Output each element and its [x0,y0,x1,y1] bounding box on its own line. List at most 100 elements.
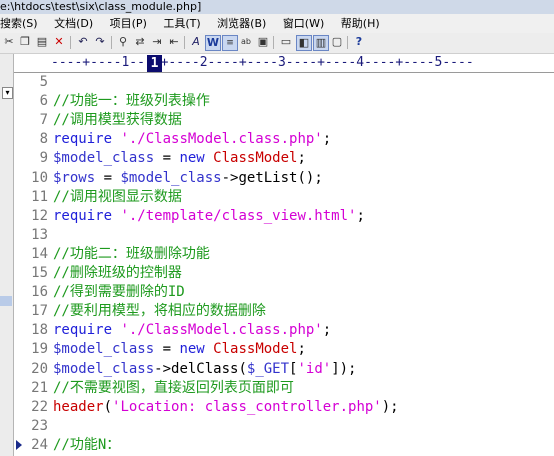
code-token: //得到需要删除的ID [53,284,185,301]
code-text: require './ClassModel.class.php'; [53,130,331,149]
line-number: 10 [31,169,48,186]
menu-help[interactable]: 帮助(H) [341,14,380,33]
code-line[interactable]: 10 $rows = $model_class->getList(); [14,169,554,188]
code-line[interactable]: 18 require './ClassModel.class.php'; [14,321,554,340]
outdent-icon[interactable]: ⇤ [167,35,181,49]
indent-icon[interactable]: ⇥ [150,35,164,49]
code-line[interactable]: 12 require './template/class_view.html'; [14,207,554,226]
code-line[interactable]: 16 //得到需要删除的ID [14,283,554,302]
code-text: $model_class = new ClassModel; [53,149,306,168]
cut-icon[interactable]: ✂ [2,35,16,49]
line-number: 20 [31,360,48,377]
paste-icon[interactable]: ▤ [35,35,49,49]
code-text: require './ClassModel.class.php'; [53,321,331,340]
line-number: 17 [31,303,48,320]
code-token: header [53,398,104,415]
column-ruler: ----+----1----+----2----+----3----+----4… [14,54,554,73]
view1-icon[interactable]: ▭ [279,35,293,49]
code-token: -> [154,360,172,377]
code-text: $rows = $model_class->getList(); [53,169,323,188]
menu-search[interactable]: 搜索(S) [0,14,38,33]
code-token: //不需要视图，直接返回列表页面即可 [53,379,294,396]
code-token: //调用视图显示数据 [53,188,182,205]
code-line[interactable]: 9 $model_class = new ClassModel; [14,149,554,168]
view3-icon[interactable]: ▥ [313,35,329,51]
code-line[interactable]: 13 [14,226,554,245]
code-line[interactable]: 11 //调用视图显示数据 [14,188,554,207]
font-icon[interactable]: A [189,35,203,49]
code-token: $model_class [120,169,222,186]
toolbar-separator [273,36,274,49]
replace-icon[interactable]: ⇄ [133,35,147,49]
code-line[interactable]: 24//功能N： [14,436,554,455]
code-token: $_GET [246,360,290,377]
code-token: ]); [331,360,357,377]
code-line[interactable]: 5 [14,73,554,92]
code-token: './template/class_view.html' [120,207,357,224]
wordwrap-icon[interactable]: W [205,35,221,51]
fold-marker-icon[interactable] [16,439,22,450]
code-token: //功能二：班级删除功能 [53,245,210,262]
code-token: ); [381,398,399,415]
code-line[interactable]: 22 header('Location: class_controller.php… [14,398,554,417]
line-number: 9 [39,150,48,167]
code-line[interactable]: 20 $model_class->delClass($_GET['id']); [14,360,554,379]
code-token: 'id' [297,360,332,377]
code-text: //不需要视图，直接返回列表页面即可 [53,379,294,398]
menu-window[interactable]: 窗口(W) [283,14,324,33]
code-token: getList [238,169,298,186]
code-token: = [95,169,121,186]
code-token: new [179,150,214,167]
code-editor[interactable]: 5 6 //功能一：班级列表操作 7 //调用模型获得数据 8 require './Cla… [14,73,554,456]
convert-icon[interactable]: ▣ [256,35,270,49]
code-line[interactable]: 19 $model_class = new ClassModel; [14,340,554,359]
code-line[interactable]: 6 //功能一：班级列表操作 [14,92,554,111]
menu-browser[interactable]: 浏览器(B) [217,14,266,33]
linenumber-icon[interactable]: ≡ [222,35,238,51]
line-number: 14 [31,245,48,262]
code-token: $model_class [53,150,155,167]
toolbar-separator [347,36,348,49]
toolbar-separator [70,36,71,49]
code-line[interactable]: 7 //调用模型获得数据 [14,111,554,130]
code-line[interactable]: 15 //删除班级的控制器 [14,264,554,283]
code-line[interactable]: 21 //不需要视图，直接返回列表页面即可 [14,379,554,398]
redo-icon[interactable]: ↷ [93,35,107,49]
spellcheck-icon[interactable]: ab [239,35,253,49]
code-line[interactable]: 23 [14,417,554,436]
code-token: './ClassModel.class.php' [120,131,323,148]
dropdown-arrow-icon[interactable]: ▾ [2,87,13,99]
line-number: 15 [31,265,48,281]
code-token: ; [356,207,365,224]
view2-icon[interactable]: ◧ [296,35,312,51]
code-text: //删除班级的控制器 [53,264,182,283]
copy-icon[interactable]: ❐ [18,35,32,49]
code-line[interactable]: 14 //功能二：班级删除功能 [14,245,554,264]
find-icon[interactable]: ⚲ [116,35,130,49]
code-text: header('Location: class_controller.php')… [53,398,399,417]
side-panel-strip: ▾ [0,54,14,456]
menu-bar: 搜索(S) 文档(D) 项目(P) 工具(T) 浏览器(B) 窗口(W) 帮助(… [0,14,554,33]
code-token: //删除班级的控制器 [53,265,182,281]
ruler-scale: ----+----1----+----2----+----3----+----4… [51,55,474,70]
line-number: 8 [39,131,48,148]
current-line-marker [0,296,12,306]
delete-icon[interactable]: ✕ [52,35,66,49]
menu-tools[interactable]: 工具(T) [163,14,200,33]
undo-icon[interactable]: ↶ [76,35,90,49]
code-token: ; [297,341,306,358]
help-icon[interactable]: ? [352,35,366,49]
menu-project[interactable]: 项目(P) [110,14,147,33]
code-token: //功能一：班级列表操作 [53,93,210,110]
view4-icon[interactable]: ▢ [330,35,344,49]
code-token: ClassModel [213,341,298,358]
code-line[interactable]: 17 //要利用模型，将相应的数据删除 [14,302,554,321]
code-line[interactable]: 8 require './ClassModel.class.php'; [14,130,554,149]
code-text: //要利用模型，将相应的数据删除 [53,302,266,321]
code-token: ( [238,360,247,377]
menu-document[interactable]: 文档(D) [54,14,93,33]
code-token: ; [322,131,332,148]
code-token: 'Location: class_controller.php' [112,398,382,415]
line-number: 7 [39,112,48,129]
line-number: 11 [31,188,48,205]
